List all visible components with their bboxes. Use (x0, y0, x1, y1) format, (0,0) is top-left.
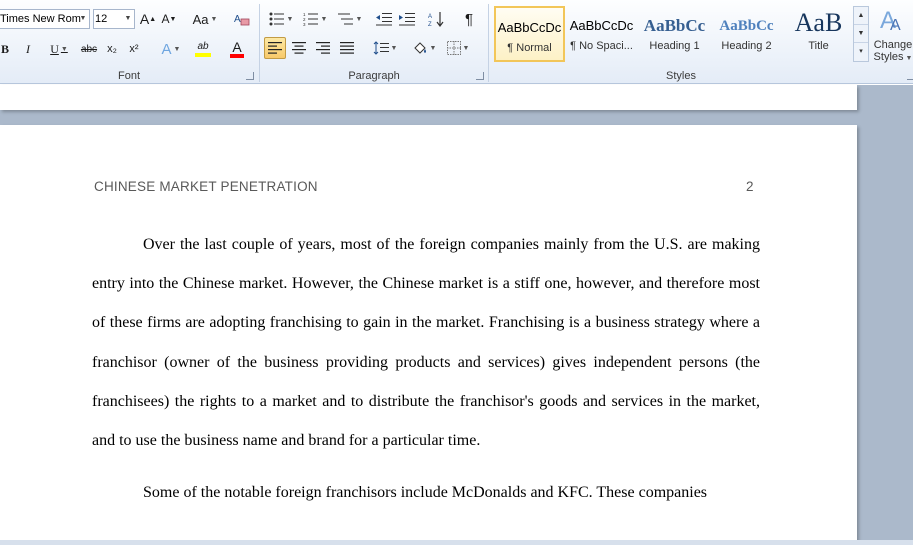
horizontal-scrollbar[interactable] (0, 540, 913, 545)
page-number[interactable]: 2 (746, 179, 754, 194)
subscript-button[interactable]: x₂ (103, 38, 121, 60)
justify-icon (340, 42, 354, 54)
paragraph[interactable]: Over the last couple of years, most of t… (92, 225, 760, 460)
style-normal[interactable]: AaBbCcDc ¶ Normal (494, 6, 565, 62)
multilevel-list-icon (337, 13, 353, 25)
ribbon: Times New Rom ▼ 12 ▼ A▲ A▼ Aa▼ A B I (0, 0, 913, 84)
change-case-button[interactable]: Aa ▼ (190, 8, 220, 30)
svg-text:A: A (890, 17, 901, 34)
increase-indent-button[interactable] (397, 8, 417, 30)
paint-bucket-icon (413, 41, 426, 54)
font-color-bar (230, 53, 244, 58)
align-center-button[interactable] (288, 37, 310, 59)
svg-text:3: 3 (303, 22, 306, 26)
font-color-icon: A (232, 38, 242, 55)
font-name-value: Times New Rom (0, 13, 81, 25)
show-formatting-button[interactable]: ¶ (460, 8, 478, 30)
justify-button[interactable] (336, 37, 358, 59)
line-spacing-icon (373, 41, 389, 55)
font-color-button[interactable]: A (224, 38, 250, 60)
page-1-bottom[interactable] (0, 85, 857, 110)
paragraph[interactable]: Some of the notable foreign franchisors … (92, 473, 760, 512)
borders-icon (446, 41, 461, 55)
styles-gallery-scroll[interactable]: ▲ ▼ ▾ (853, 6, 869, 62)
multilevel-list-button[interactable]: ▼ (335, 8, 365, 30)
change-styles-label-2: Styles (873, 51, 904, 63)
shading-button[interactable]: ▼ (410, 37, 438, 59)
bold-button[interactable]: B (0, 38, 12, 60)
text-effects-button[interactable]: A ▼ (157, 38, 185, 60)
page-2[interactable]: CHINESE MARKET PENETRATION 2 Over the la… (0, 125, 857, 545)
styles-dialog-launcher[interactable] (907, 72, 913, 80)
font-size-value: 12 (95, 13, 108, 25)
highlight-color-bar (195, 53, 211, 57)
document-area[interactable]: CHINESE MARKET PENETRATION 2 Over the la… (0, 85, 913, 545)
strikethrough-button[interactable]: abc (78, 38, 100, 60)
chevron-down-icon[interactable]: ▼ (122, 10, 134, 28)
styles-group: AaBbCcDc ¶ Normal AaBbCcDc ¶ No Spaci...… (489, 0, 913, 84)
decrease-indent-button[interactable] (374, 8, 394, 30)
bullets-icon (269, 12, 284, 26)
highlight-icon: ab (197, 41, 209, 52)
decrease-indent-icon (376, 13, 392, 26)
svg-text:Z: Z (428, 22, 432, 27)
numbering-button[interactable]: 1 2 3 ▼ (300, 8, 330, 30)
paragraph-group: ▼ 1 2 3 ▼ ▼ A Z ¶ ▼ ▼ ▼ Paragraph (260, 0, 488, 84)
change-styles-button[interactable]: A A Change Styles ▼ (873, 4, 913, 66)
paragraph-dialog-launcher[interactable] (476, 72, 484, 80)
font-group: Times New Rom ▼ 12 ▼ A▲ A▼ Aa▼ A B I (0, 0, 258, 84)
styles-group-label: Styles (666, 70, 696, 82)
style-heading-2[interactable]: AaBbCc Heading 2 (711, 6, 782, 62)
align-center-icon (292, 42, 306, 54)
document-body[interactable]: Over the last couple of years, most of t… (92, 225, 760, 512)
svg-text:A: A (428, 14, 432, 20)
align-right-button[interactable] (312, 37, 334, 59)
italic-button[interactable]: I (20, 38, 36, 60)
font-dialog-launcher[interactable] (246, 72, 254, 80)
chevron-down-icon[interactable]: ▼ (77, 10, 89, 28)
highlight-button[interactable]: ab (188, 38, 218, 60)
clear-formatting-icon: A (234, 14, 250, 26)
increase-indent-icon (399, 13, 415, 26)
font-name-combo[interactable]: Times New Rom ▼ (0, 9, 90, 29)
gallery-up-icon[interactable]: ▲ (854, 7, 868, 25)
clear-formatting-button[interactable]: A (232, 8, 252, 30)
grow-font-button[interactable]: A ▲ (139, 8, 157, 30)
svg-text:A: A (234, 14, 241, 25)
font-group-label: Font (117, 70, 140, 82)
line-spacing-button[interactable]: ▼ (370, 37, 400, 59)
font-size-combo[interactable]: 12 ▼ (93, 9, 135, 29)
shrink-font-button[interactable]: A ▼ (160, 8, 178, 30)
style-no-spacing[interactable]: AaBbCcDc ¶ No Spaci... (566, 6, 637, 62)
gallery-more-icon[interactable]: ▾ (854, 43, 868, 61)
bullets-button[interactable]: ▼ (266, 8, 296, 30)
running-header[interactable]: CHINESE MARKET PENETRATION (94, 179, 318, 194)
align-right-icon (316, 42, 330, 54)
pilcrow-icon: ¶ (464, 10, 474, 28)
style-heading-1[interactable]: AaBbCc Heading 1 (639, 6, 710, 62)
sort-icon: A Z (428, 12, 444, 27)
paragraph-group-label: Paragraph (348, 70, 400, 82)
borders-button[interactable]: ▼ (443, 37, 473, 59)
change-styles-icon: A A (880, 7, 901, 34)
numbering-icon: 1 2 3 (303, 12, 318, 26)
style-title[interactable]: AaB Title (783, 6, 854, 62)
gallery-down-icon[interactable]: ▼ (854, 25, 868, 43)
align-left-button[interactable] (264, 37, 286, 59)
align-left-icon (268, 42, 282, 54)
superscript-button[interactable]: x² (125, 38, 143, 60)
underline-button[interactable]: U ▼ (44, 38, 74, 60)
sort-button[interactable]: A Z (426, 8, 448, 30)
change-styles-label-1: Change (873, 39, 913, 51)
